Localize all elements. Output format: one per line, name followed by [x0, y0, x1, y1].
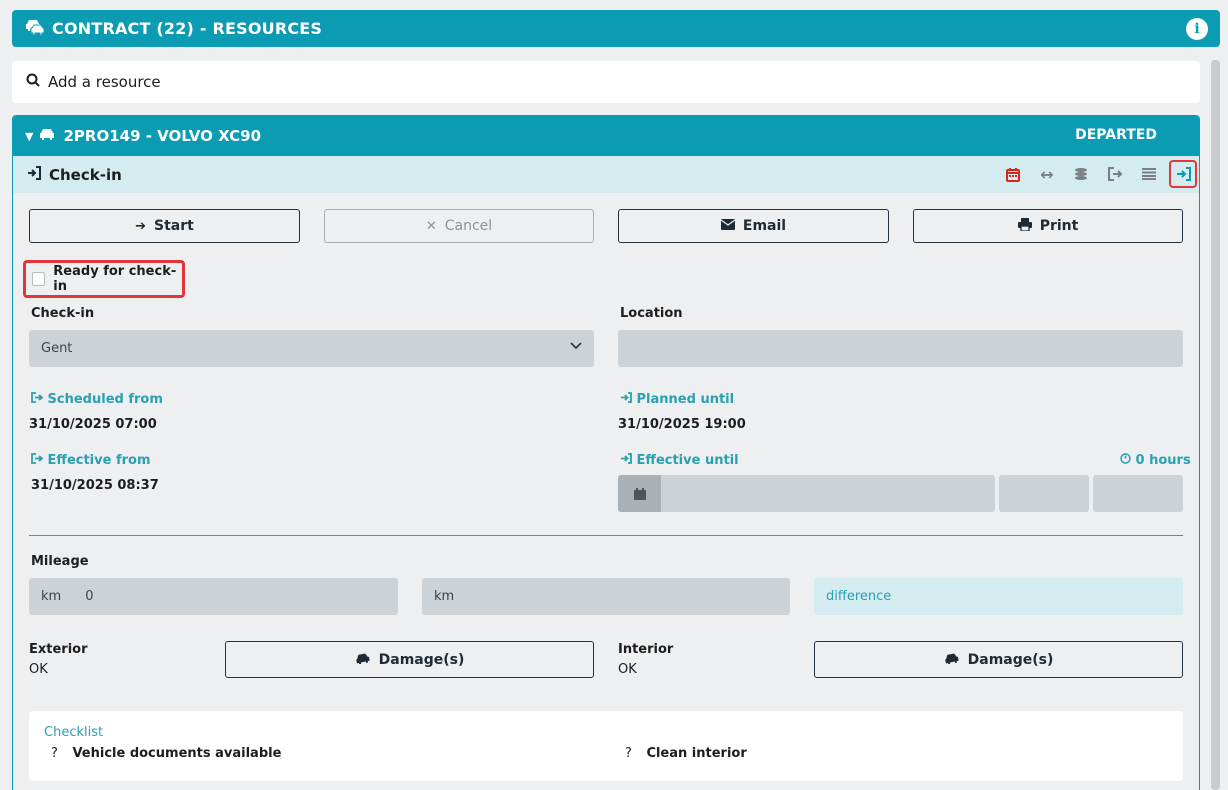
sign-out-icon: [31, 392, 48, 407]
interior-label: Interior: [618, 642, 674, 657]
calendar-icon[interactable]: [999, 160, 1027, 188]
sign-in-icon: [620, 453, 637, 468]
exterior-value: OK: [29, 662, 48, 677]
scheduled-from-value: 31/10/2025 07:00: [29, 417, 157, 432]
page-header: CONTRACT (22) - RESOURCES i: [12, 10, 1220, 47]
question-icon: ?: [51, 746, 58, 761]
checklist-item[interactable]: ? Vehicle documents available: [51, 746, 281, 761]
sign-in-icon: ➔: [135, 218, 147, 234]
ready-for-checkin-checkbox[interactable]: Ready for check-in: [23, 260, 185, 298]
section-title: Check-in: [49, 165, 122, 184]
close-icon: ✕: [425, 218, 437, 234]
printer-icon: [1017, 217, 1032, 235]
mileage-difference: difference: [814, 578, 1183, 615]
checkin-label: Check-in: [31, 306, 95, 321]
search-icon: [26, 73, 40, 91]
status-badge: DEPARTED: [1075, 127, 1157, 143]
checkin-value: Gent: [41, 341, 73, 356]
car-crash-icon: [944, 652, 960, 668]
checklist-item[interactable]: ? Clean interior: [625, 746, 747, 761]
add-resource-label: Add a resource: [48, 73, 161, 91]
print-label: Print: [1039, 218, 1079, 234]
interior-value: OK: [618, 662, 637, 677]
km-unit: km: [41, 589, 62, 604]
checkin-content: ➔ Start ✕ Cancel Email Print Ready for c…: [13, 193, 1199, 790]
checklist-item-label: Vehicle documents available: [72, 746, 282, 761]
scheduled-from-label: Scheduled from: [31, 392, 163, 407]
mileage-start-field[interactable]: km 0: [29, 578, 398, 615]
exterior-label: Exterior: [29, 642, 88, 657]
difference-label: difference: [826, 589, 892, 604]
duration-indicator: 0 hours: [1120, 453, 1191, 468]
email-label: Email: [742, 218, 787, 234]
damages-label: Damage(s): [378, 651, 465, 668]
email-button[interactable]: Email: [618, 209, 889, 243]
info-icon[interactable]: i: [1186, 18, 1208, 40]
cars-icon: [24, 19, 45, 39]
page-title: CONTRACT (22) - RESOURCES: [52, 19, 323, 38]
effective-until-hour[interactable]: [999, 475, 1089, 512]
effective-until-date[interactable]: [661, 475, 995, 512]
question-icon: ?: [625, 746, 632, 761]
checkin-section-header: Check-in ↔: [13, 156, 1199, 193]
location-field[interactable]: [618, 330, 1183, 367]
damages-label: Damage(s): [967, 651, 1054, 668]
checklist-title: Checklist: [44, 725, 104, 740]
add-resource-search[interactable]: Add a resource: [12, 61, 1200, 103]
resource-name: 2PRO149 - VOLVO XC90: [63, 127, 262, 145]
start-button[interactable]: ➔ Start: [29, 209, 300, 243]
effective-from-label: Effective from: [31, 453, 151, 468]
start-label: Start: [154, 218, 194, 234]
envelope-icon: [720, 218, 736, 234]
effective-until-text: Effective until: [636, 453, 739, 468]
km-unit: km: [434, 589, 455, 604]
car-icon: [39, 127, 55, 145]
arrows-horizontal-icon[interactable]: ↔: [1033, 160, 1061, 188]
print-button[interactable]: Print: [913, 209, 1183, 243]
sign-in-icon: [620, 392, 637, 407]
effective-until-minute[interactable]: [1093, 475, 1183, 512]
cancel-button[interactable]: ✕ Cancel: [324, 209, 594, 243]
sign-in-icon: [27, 165, 41, 184]
divider: [29, 535, 1183, 536]
scrollbar[interactable]: [1211, 60, 1220, 790]
checklist-item-label: Clean interior: [646, 746, 747, 761]
caret-down-icon[interactable]: ▼: [25, 130, 33, 143]
planned-until-value: 31/10/2025 19:00: [618, 417, 746, 432]
mileage-label: Mileage: [31, 554, 89, 569]
checkbox[interactable]: [32, 272, 46, 286]
mileage-end-field[interactable]: km: [422, 578, 790, 615]
sign-out-icon[interactable]: [1101, 160, 1129, 188]
cancel-label: Cancel: [444, 218, 493, 234]
location-label: Location: [620, 306, 683, 321]
car-crash-icon: [355, 652, 371, 668]
duration-value: 0 hours: [1135, 453, 1191, 468]
sign-out-icon: [31, 453, 48, 468]
calendar-icon[interactable]: [618, 475, 661, 512]
sign-in-icon[interactable]: [1169, 160, 1197, 188]
mileage-start-value: 0: [85, 589, 94, 604]
effective-from-value: 31/10/2025 08:37: [31, 478, 159, 493]
coins-icon[interactable]: [1067, 160, 1095, 188]
planned-until-label: Planned until: [620, 392, 734, 407]
resource-panel: ▼ 2PRO149 - VOLVO XC90 DEPARTED Check-in…: [12, 115, 1200, 790]
resource-header[interactable]: ▼ 2PRO149 - VOLVO XC90 DEPARTED: [13, 116, 1199, 156]
resource-toolbar: ↔: [993, 160, 1197, 188]
planned-until-text: Planned until: [636, 392, 735, 407]
chevron-down-icon: [570, 338, 582, 354]
checkin-select[interactable]: Gent: [29, 330, 594, 367]
checklist: Checklist ? Vehicle documents available …: [29, 711, 1183, 781]
timer-icon: [1120, 453, 1136, 468]
interior-damages-button[interactable]: Damage(s): [814, 641, 1183, 678]
ready-label: Ready for check-in: [53, 264, 177, 294]
list-icon[interactable]: [1135, 160, 1163, 188]
effective-until-label: Effective until: [620, 453, 739, 468]
exterior-damages-button[interactable]: Damage(s): [225, 641, 594, 678]
effective-from-text: Effective from: [47, 453, 151, 468]
scheduled-from-text: Scheduled from: [47, 392, 163, 407]
